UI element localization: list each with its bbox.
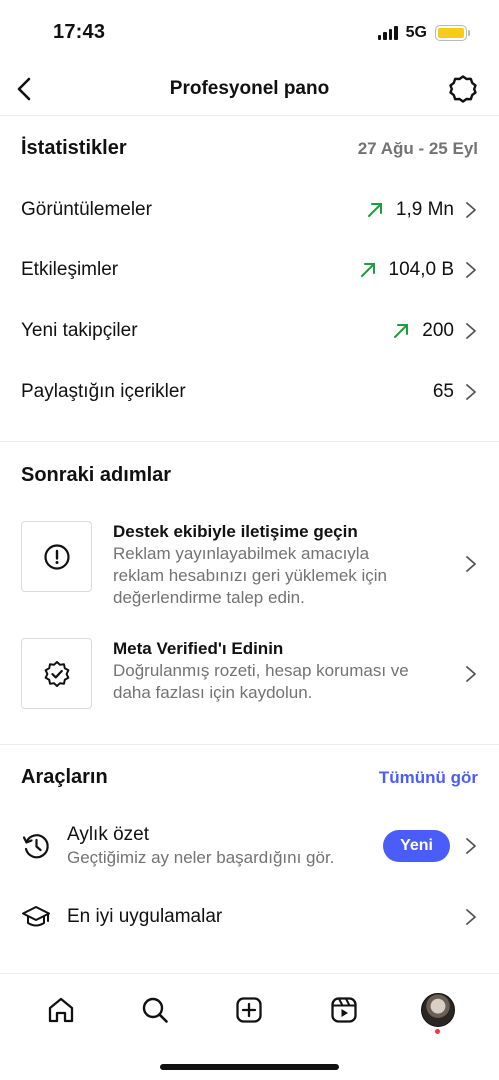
date-range-selector[interactable]: 27 Ağu - 25 Eyl: [358, 139, 478, 159]
chevron-right-icon: [466, 323, 476, 339]
step-description: Reklam yayınlayabilmek amacıyla reklam h…: [113, 544, 388, 607]
step-title: Meta Verified'ı Edinin: [113, 639, 284, 658]
trend-up-icon: [367, 203, 382, 217]
tool-best-practices[interactable]: En iyi uygulamalar: [21, 902, 478, 932]
chevron-right-icon: [466, 909, 476, 925]
see-all-link[interactable]: Tümünü gör: [379, 768, 478, 788]
chevron-right-icon: [466, 384, 476, 400]
search-icon: [143, 997, 169, 1023]
stat-value: 104,0 B: [388, 259, 455, 280]
trend-up-icon: [360, 263, 375, 277]
top-header: Profesyonel pano: [0, 62, 499, 116]
create-icon: [236, 996, 263, 1023]
step-title: Destek ekibiyle iletişime geçin: [113, 522, 358, 541]
history-icon: [21, 831, 51, 861]
stat-row-shared-content[interactable]: Paylaştığın içerikler 65: [21, 372, 478, 412]
tab-home[interactable]: [39, 988, 83, 1032]
tab-reels[interactable]: [322, 988, 366, 1032]
notification-dot: [435, 1028, 441, 1034]
avatar: [420, 992, 455, 1027]
tool-title: En iyi uygulamalar: [67, 906, 223, 927]
chevron-right-icon: [466, 556, 476, 572]
network-label: 5G: [405, 24, 427, 41]
next-steps-header: Sonraki adımlar: [21, 464, 478, 487]
step-meta-verified[interactable]: Meta Verified'ı Edinin Doğrulanmış rozet…: [21, 638, 478, 709]
status-indicators: 5G: [377, 24, 470, 42]
divider: [0, 441, 499, 442]
stat-value: 200: [422, 320, 454, 341]
status-time: 17:43: [53, 21, 106, 43]
stats-header: İstatistikler 27 Ağu - 25 Eyl: [21, 137, 478, 160]
settings-button[interactable]: [447, 73, 479, 105]
divider: [0, 744, 499, 745]
chevron-right-icon: [466, 202, 476, 218]
status-bar: 17:43 5G: [0, 0, 499, 62]
stat-label: Yeni takipçiler: [21, 320, 138, 341]
stat-row-new-followers[interactable]: Yeni takipçiler 200: [21, 311, 478, 351]
bottom-tab-bar: [0, 973, 499, 1045]
step-icon-box: [21, 521, 92, 592]
trend-up-icon: [394, 324, 409, 338]
battery-icon: [435, 25, 470, 41]
verified-badge-icon: [44, 660, 69, 687]
home-indicator: [160, 1064, 339, 1070]
tab-profile[interactable]: [416, 988, 460, 1034]
alert-circle-icon: [43, 543, 70, 570]
tab-search[interactable]: [133, 988, 177, 1032]
step-icon-box: [21, 638, 92, 709]
stats-title: İstatistikler: [21, 137, 127, 159]
tool-title: Aylık özet: [67, 824, 150, 845]
page-title: Profesyonel pano: [169, 78, 330, 99]
home-icon: [48, 997, 74, 1022]
stat-value: 1,9 Mn: [395, 199, 454, 220]
stat-value: 65: [432, 381, 454, 402]
reels-icon: [331, 996, 357, 1023]
chevron-right-icon: [466, 838, 476, 854]
tool-description: Geçtiğimiz ay neler başardığını gör.: [67, 848, 335, 867]
signal-icon: [377, 26, 398, 40]
stat-label: Paylaştığın içerikler: [21, 381, 186, 402]
tools-header: Araçların Tümünü gör: [21, 766, 478, 789]
stat-row-views[interactable]: Görüntülemeler 1,9 Mn: [21, 190, 478, 230]
new-badge: Yeni: [383, 830, 450, 862]
tab-create[interactable]: [227, 988, 271, 1032]
stat-row-interactions[interactable]: Etkileşimler 104,0 B: [21, 250, 478, 290]
tools-title: Araçların: [21, 766, 108, 788]
stat-label: Görüntülemeler: [21, 199, 152, 220]
step-contact-support[interactable]: Destek ekibiyle iletişime geçin Reklam y…: [21, 521, 478, 609]
gear-icon: [449, 75, 477, 103]
chevron-right-icon: [466, 666, 476, 682]
chevron-right-icon: [466, 262, 476, 278]
stat-label: Etkileşimler: [21, 259, 119, 280]
step-description: Doğrulanmış rozeti, hesap koruması ve da…: [113, 661, 409, 702]
graduation-cap-icon: [21, 902, 51, 932]
next-steps-title: Sonraki adımlar: [21, 464, 172, 486]
tool-monthly-summary[interactable]: Aylık özet Geçtiğimiz ay neler başardığı…: [21, 823, 478, 869]
